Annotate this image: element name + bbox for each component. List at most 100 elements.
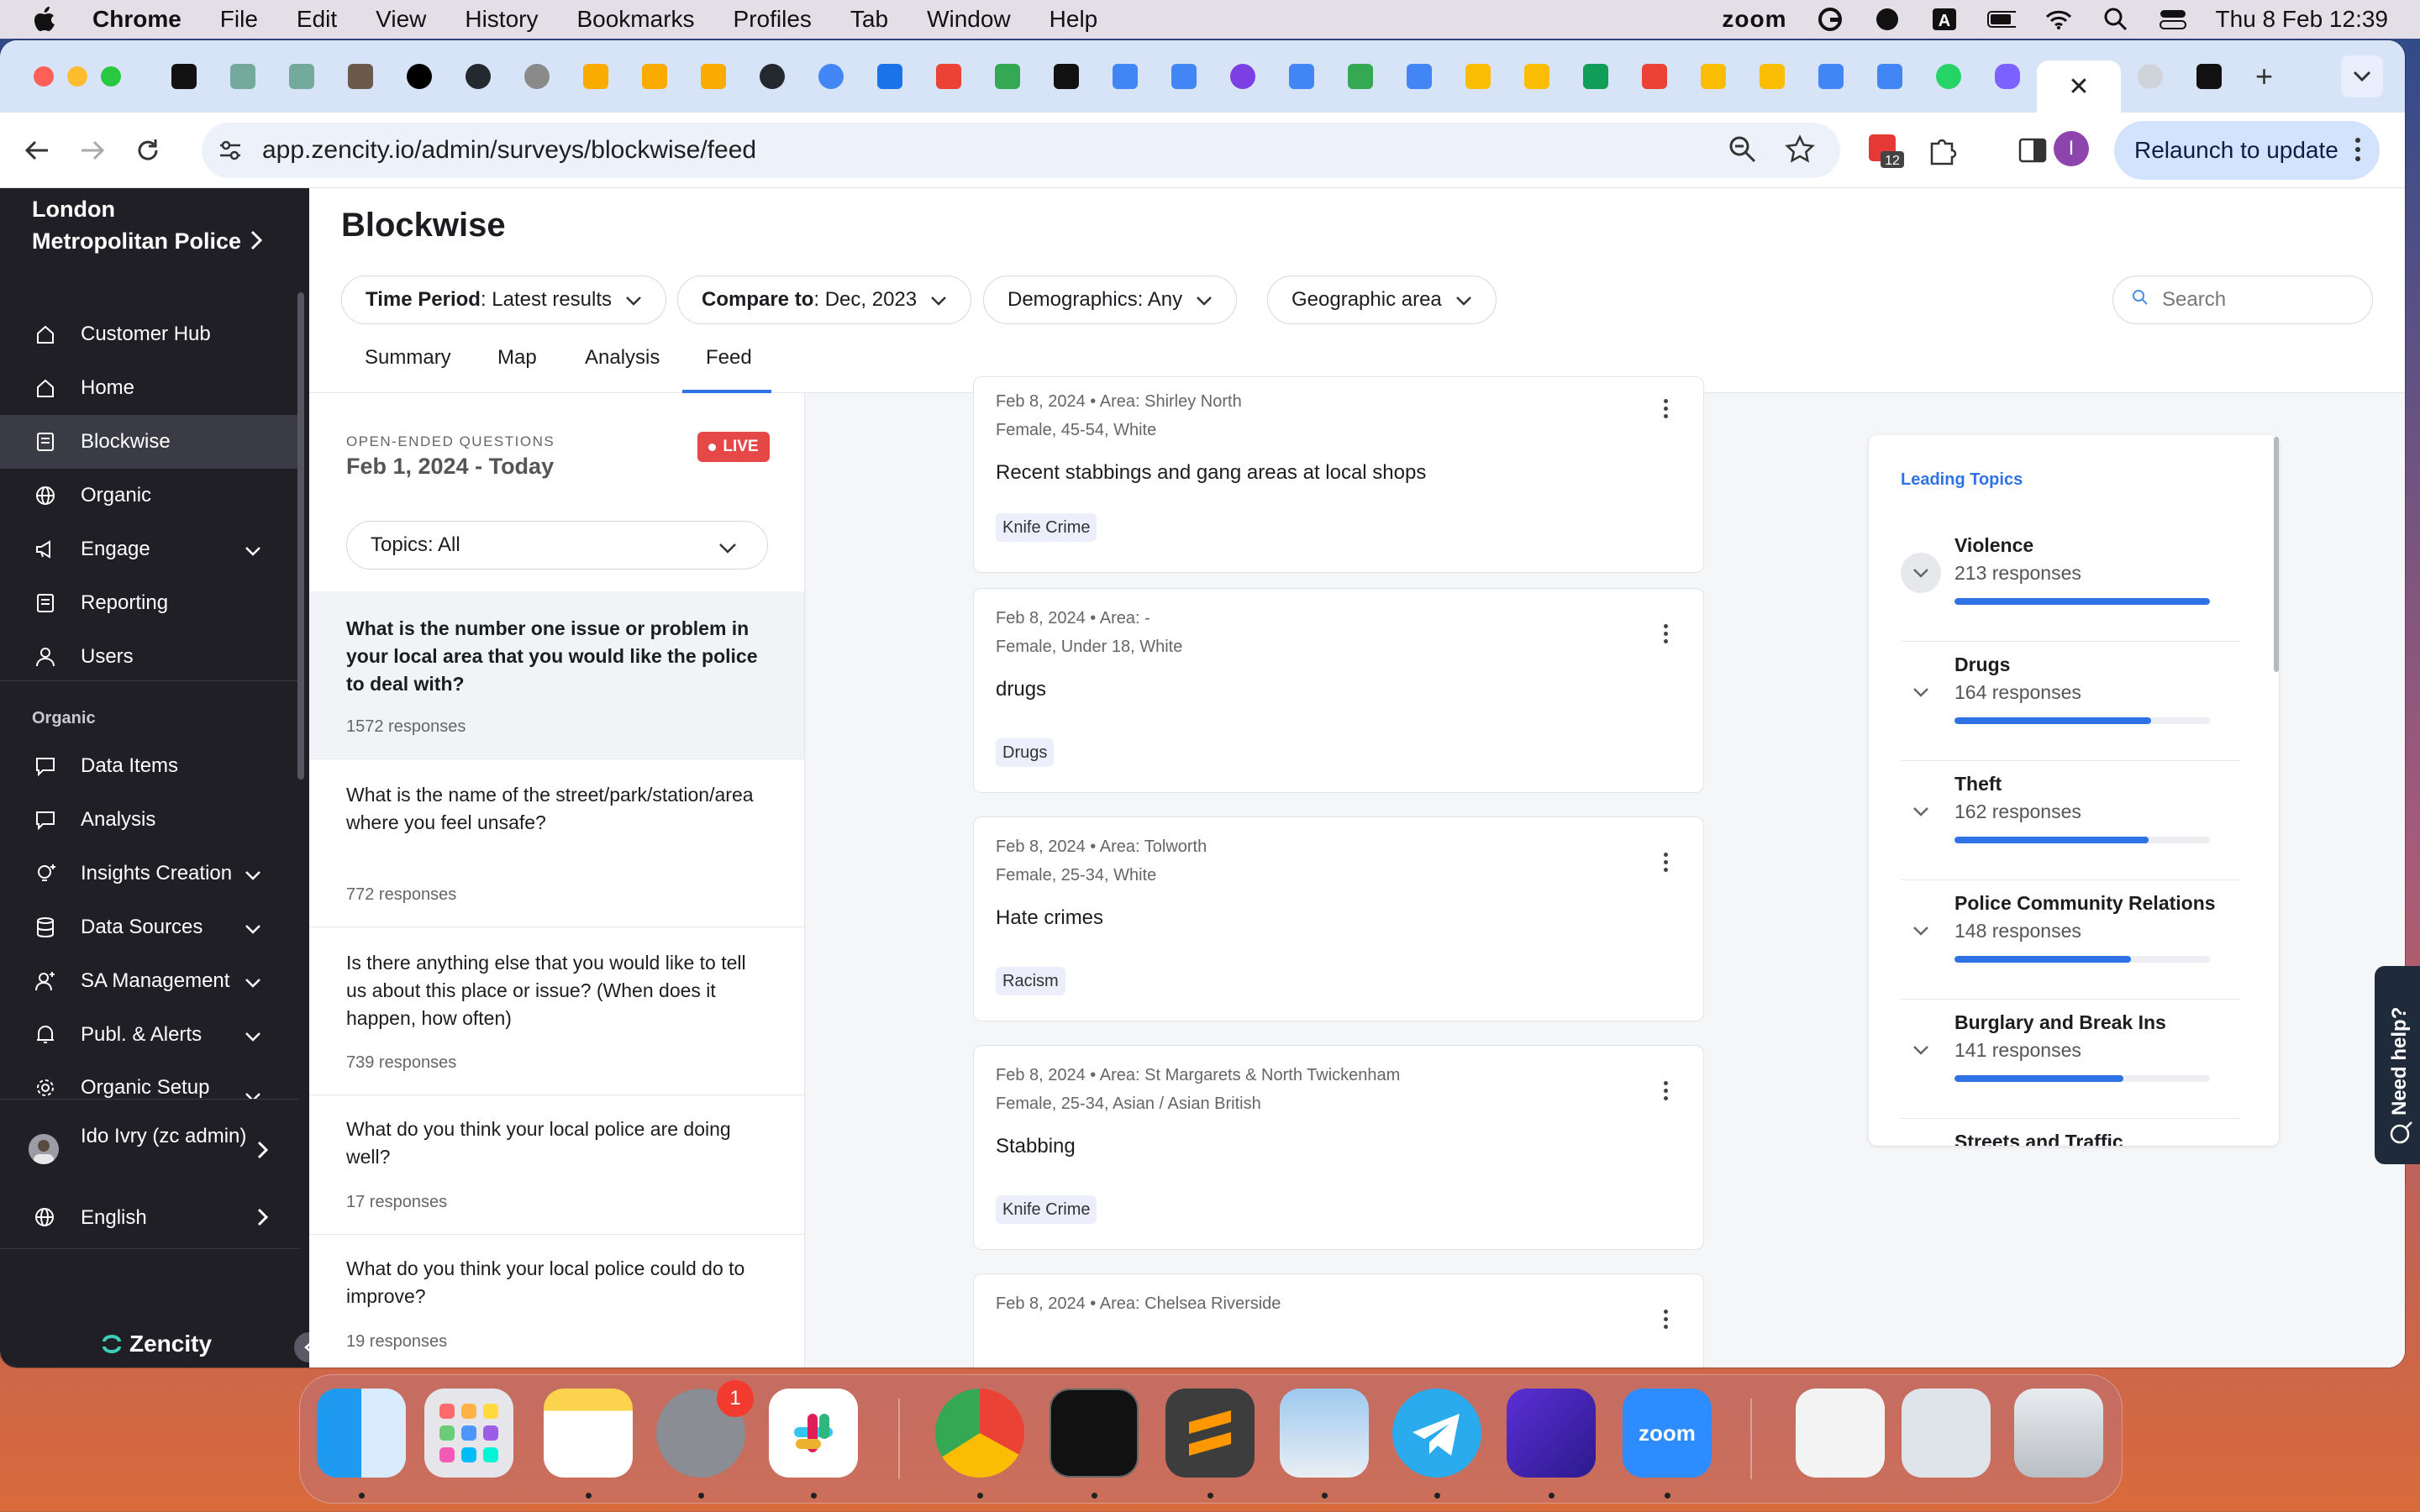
topic-row[interactable]: Theft 162 responses <box>1901 761 2240 880</box>
apple-icon[interactable] <box>30 5 59 34</box>
menu-app-chrome[interactable]: Chrome <box>92 6 182 33</box>
tab-misc[interactable] <box>2121 51 2180 102</box>
tab-analytics[interactable] <box>566 51 625 102</box>
tab-analytics-3[interactable] <box>684 51 743 102</box>
sidebar-item-publ-alerts[interactable]: Publ. & Alerts <box>0 1008 299 1062</box>
reload-button[interactable] <box>129 132 166 169</box>
question-item[interactable]: What do you think your local police are … <box>309 1095 804 1235</box>
tab-map[interactable]: Map <box>497 346 537 370</box>
topic-row[interactable]: Drugs 164 responses <box>1901 642 2240 761</box>
input-source-icon[interactable]: A <box>1930 7 1959 32</box>
tab-sheets[interactable] <box>1566 51 1625 102</box>
tab-feed[interactable]: Feed <box>706 346 752 370</box>
question-item[interactable]: What is the number one issue or problem … <box>309 591 804 759</box>
notes-icon[interactable] <box>544 1389 633 1478</box>
slack-icon[interactable] <box>769 1389 858 1478</box>
sidebar-item-organic-setup[interactable]: Organic Setup <box>0 1062 299 1099</box>
sidebar-item-insights-creation[interactable]: Insights Creation <box>0 847 299 900</box>
finder-icon[interactable] <box>317 1389 406 1478</box>
menu-view[interactable]: View <box>376 6 426 33</box>
tab-analysis[interactable]: Analysis <box>585 346 660 370</box>
grammarly-icon[interactable] <box>1816 7 1844 32</box>
tab-drive-3[interactable] <box>1449 51 1507 102</box>
topic-row[interactable]: Streets and Traffic <box>1901 1119 2240 1146</box>
close-window-button[interactable] <box>34 66 54 87</box>
tab-docs-2[interactable] <box>1272 51 1331 102</box>
topics-select[interactable]: Topics: All <box>346 521 768 570</box>
menu-window[interactable]: Window <box>927 6 1011 33</box>
tab-search-button[interactable] <box>2341 55 2383 97</box>
sidebar-item-reporting[interactable]: Reporting <box>0 576 299 630</box>
menu-file[interactable]: File <box>220 6 258 33</box>
sublime-text-icon[interactable] <box>1165 1389 1255 1478</box>
chevron-down-icon[interactable] <box>1901 791 1941 832</box>
more-options-icon[interactable] <box>1661 624 1670 643</box>
screenshot-stack-icon[interactable] <box>1902 1389 1991 1478</box>
search-input[interactable]: Search <box>2112 276 2373 324</box>
topic-tag[interactable]: Drugs <box>996 738 1055 767</box>
battery-icon[interactable] <box>1986 7 2016 32</box>
tab-vercel[interactable] <box>390 51 449 102</box>
tab-cloud[interactable] <box>860 51 919 102</box>
telegram-icon[interactable] <box>1392 1389 1481 1478</box>
sidebar-item-analysis[interactable]: Analysis <box>0 793 299 847</box>
control-center-icon[interactable] <box>2159 7 2187 32</box>
tab-calendar[interactable] <box>1096 51 1155 102</box>
sidebar-item-home[interactable]: Home <box>0 361 299 415</box>
tab-slides[interactable] <box>1507 51 1566 102</box>
trash-icon[interactable] <box>2014 1389 2103 1478</box>
chevron-down-icon[interactable] <box>1901 553 1941 593</box>
geographic-area-filter[interactable]: Geographic area <box>1267 276 1497 324</box>
zoom-icon[interactable] <box>1728 134 1758 169</box>
tab-chatgpt-3[interactable] <box>272 51 331 102</box>
question-item[interactable]: What do you think your local police coul… <box>309 1235 804 1368</box>
tab-drive[interactable] <box>978 51 1037 102</box>
document-stack-icon[interactable] <box>1796 1389 1885 1478</box>
tab-globe[interactable] <box>508 51 566 102</box>
tab-gmail-2[interactable] <box>1625 51 1684 102</box>
minimize-window-button[interactable] <box>67 66 87 87</box>
more-options-icon[interactable] <box>1661 853 1670 872</box>
menu-profiles[interactable]: Profiles <box>734 6 812 33</box>
sidebar-scrollbar[interactable] <box>297 292 304 780</box>
wifi-icon[interactable] <box>2044 7 2073 32</box>
tab-active-zencity[interactable]: ✕ <box>2037 60 2121 113</box>
tab-drive-2[interactable] <box>1331 51 1390 102</box>
side-panel-icon[interactable] <box>2013 131 2052 170</box>
topic-tag[interactable]: Knife Crime <box>996 1195 1097 1224</box>
menu-history[interactable]: History <box>465 6 538 33</box>
more-options-icon[interactable] <box>1661 1310 1670 1329</box>
spotlight-icon[interactable] <box>2102 7 2130 32</box>
extensions-puzzle-icon[interactable] <box>1923 131 1961 170</box>
tab-docs-3[interactable] <box>1390 51 1449 102</box>
tab-github-2[interactable] <box>743 51 802 102</box>
menu-bookmarks[interactable]: Bookmarks <box>576 6 694 33</box>
tab-summary[interactable]: Summary <box>365 346 451 370</box>
forward-button[interactable] <box>74 132 111 169</box>
zoom-app-icon[interactable]: zoom <box>1623 1389 1712 1478</box>
leading-topics-scrollbar[interactable] <box>2274 437 2279 672</box>
question-item[interactable]: Is there anything else that you would li… <box>309 927 804 1095</box>
back-button[interactable] <box>18 132 55 169</box>
tab-chatgpt-2[interactable] <box>213 51 272 102</box>
topic-row[interactable]: Violence 213 responses <box>1901 522 2240 642</box>
chrome-menu-icon[interactable] <box>2354 136 2361 169</box>
topic-tag[interactable]: Racism <box>996 967 1065 995</box>
tab-analytics-2[interactable] <box>625 51 684 102</box>
grammarly-app-icon[interactable] <box>1507 1389 1596 1478</box>
relaunch-to-update-button[interactable]: Relaunch to update <box>2114 121 2380 180</box>
chrome-icon[interactable] <box>935 1389 1024 1478</box>
sidebar-item-engage[interactable]: Engage <box>0 522 299 576</box>
tab-codecademy[interactable] <box>2180 51 2238 102</box>
topic-tag[interactable]: Knife Crime <box>996 513 1097 542</box>
topic-row[interactable]: Police Community Relations 148 responses <box>1901 880 2240 1000</box>
sidebar-item-users[interactable]: Users <box>0 630 299 684</box>
menu-tab[interactable]: Tab <box>850 6 888 33</box>
launchpad-icon[interactable] <box>424 1389 513 1478</box>
tab-chatgpt[interactable] <box>155 51 213 102</box>
site-info-icon[interactable] <box>213 134 247 167</box>
zoom-status-item[interactable]: zoom <box>1722 6 1786 33</box>
tab-grammarly[interactable] <box>1213 51 1272 102</box>
tab-docs-4[interactable] <box>1860 51 1919 102</box>
chevron-down-icon[interactable] <box>1901 1030 1941 1070</box>
